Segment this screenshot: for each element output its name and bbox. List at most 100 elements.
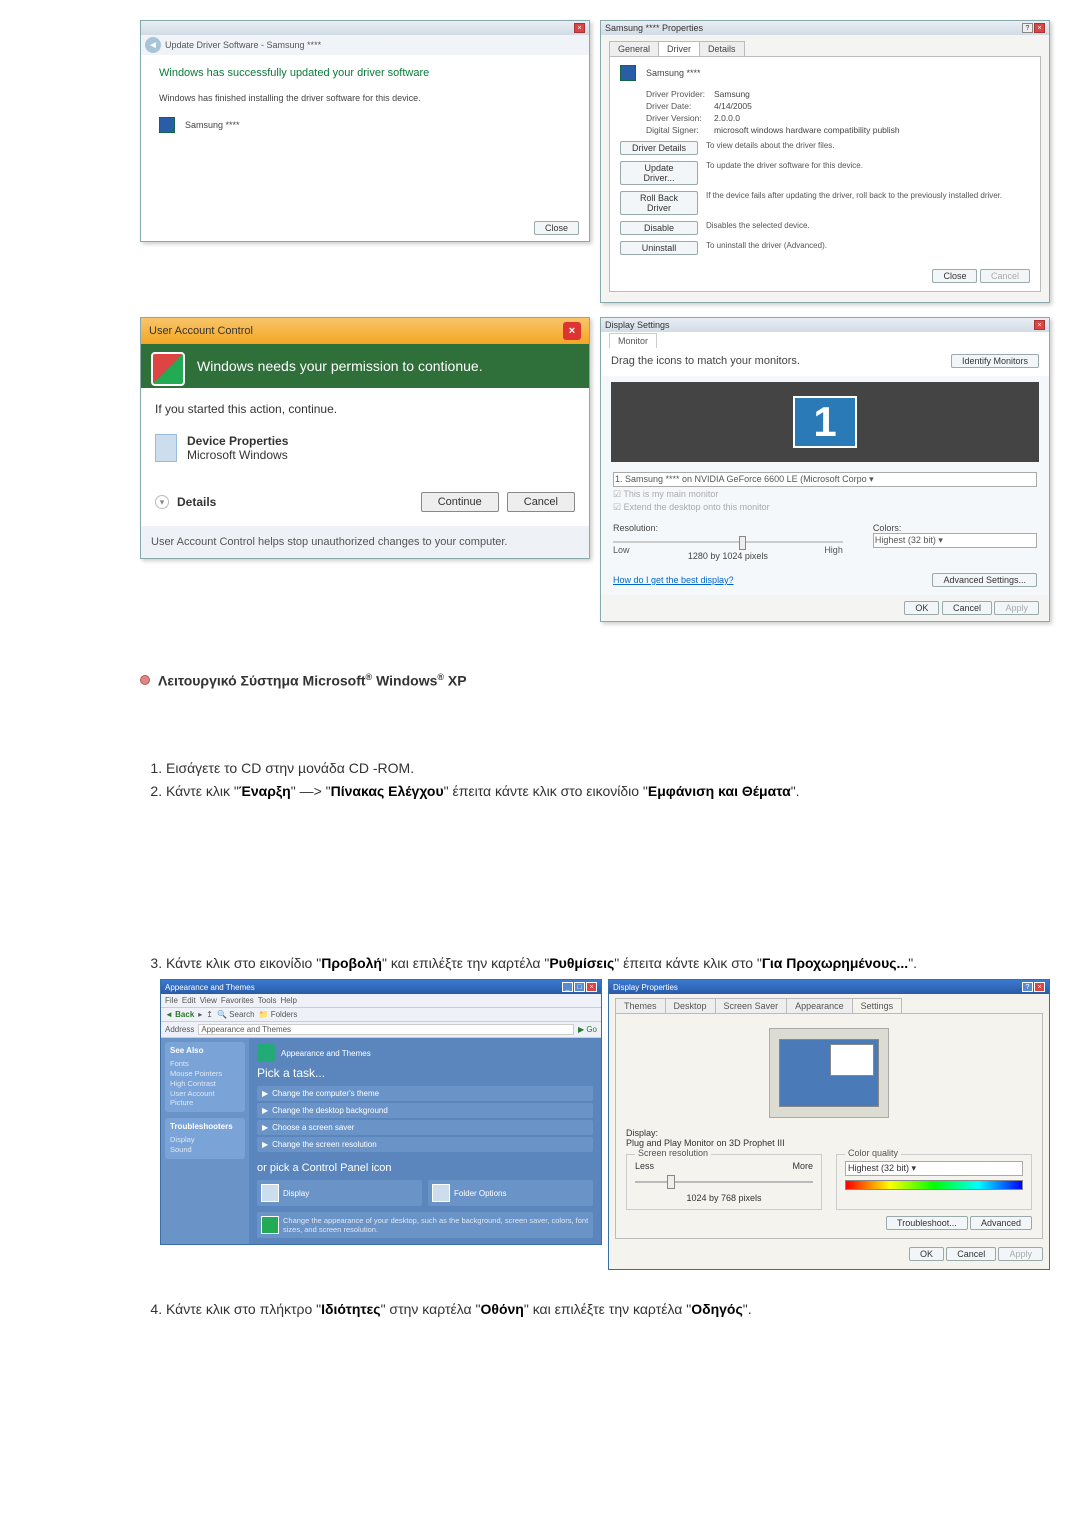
close-icon[interactable]: × [563,322,581,340]
control-panel-icon-folder-options[interactable]: Folder Options [428,1180,593,1206]
close-button[interactable]: Close [932,269,977,283]
menu-favorites[interactable]: Favorites [221,996,254,1005]
close-button[interactable]: Close [534,221,579,235]
resolution-slider[interactable] [635,1175,813,1189]
menu-file[interactable]: File [165,996,178,1005]
value: 4/14/2005 [714,101,752,111]
desc: To update the driver software for this d… [706,161,1030,170]
tab-themes[interactable]: Themes [615,998,666,1013]
tab-desktop[interactable]: Desktop [665,998,716,1013]
close-icon[interactable]: × [1034,23,1045,33]
monitor-arrangement-area[interactable]: 1 [611,382,1039,462]
close-icon[interactable]: × [574,23,585,33]
up-button[interactable]: ↥ [206,1010,213,1019]
panel-header: Troubleshooters [170,1122,240,1131]
chevron-down-icon[interactable]: ▾ [155,495,169,509]
bullet-icon [140,675,150,685]
best-display-link[interactable]: How do I get the best display? [613,575,734,585]
update-driver-window: × ◄ Update Driver Software - Samsung ***… [140,20,590,242]
minimize-icon[interactable]: _ [562,982,573,992]
steps-list-3: Κάντε κλικ στο πλήκτρο "Ιδιότητες" στην … [166,1300,1050,1319]
resolution-slider[interactable]: Low High [613,535,843,549]
menu-bar: File Edit View Favorites Tools Help [161,994,601,1008]
uac-banner: Windows needs your permission to contion… [141,344,589,388]
go-button[interactable]: ▶ Go [578,1025,597,1034]
help-icon[interactable]: ? [1022,23,1033,33]
ok-button[interactable]: OK [904,601,939,615]
address-input[interactable]: Appearance and Themes [198,1024,574,1035]
window-titlebar: Samsung **** Properties ? × [601,21,1049,35]
color-quality-select[interactable]: Highest (32 bit) ▾ [845,1161,1023,1176]
ok-button[interactable]: OK [909,1247,944,1261]
tab-details[interactable]: Details [699,41,745,56]
cancel-button[interactable]: Cancel [507,492,575,512]
help-icon[interactable]: ? [1022,982,1033,992]
window-titlebar: × [141,21,589,35]
nav-title: Update Driver Software - Samsung **** [165,40,321,50]
control-panel-icon-display[interactable]: Display [257,1180,422,1206]
screenshot-row-3: Appearance and Themes _ □ × File Edit Vi… [160,979,1050,1270]
monitor-preview [626,1022,1032,1124]
rollback-driver-button[interactable]: Roll Back Driver [620,191,698,215]
maximize-icon[interactable]: □ [574,982,585,992]
advanced-settings-button[interactable]: Advanced Settings... [932,573,1037,587]
address-bar: Address Appearance and Themes ▶ Go [161,1022,601,1038]
driver-details-button[interactable]: Driver Details [620,141,698,155]
success-message: Windows has successfully updated your dr… [159,67,571,79]
display-select[interactable]: 1. Samsung **** on NVIDIA GeForce 6600 L… [613,472,1037,487]
tab-screensaver[interactable]: Screen Saver [715,998,788,1013]
tab-general[interactable]: General [609,41,659,56]
cancel-button[interactable]: Cancel [942,601,992,615]
window-titlebar: Display Properties ? × [609,980,1049,994]
step-1: Εισάγετε το CD στην µονάδα CD -ROM. [166,759,1050,778]
menu-view[interactable]: View [200,996,217,1005]
tab-driver[interactable]: Driver [658,41,700,56]
sidebar-item[interactable]: Sound [170,1145,240,1154]
disable-button[interactable]: Disable [620,221,698,235]
window-title: Appearance and Themes [165,983,255,992]
task-item[interactable]: ▶Change the screen resolution [257,1137,593,1152]
uninstall-button[interactable]: Uninstall [620,241,698,255]
colors-select[interactable]: Highest (32 bit) ▾ [873,533,1037,548]
update-driver-button[interactable]: Update Driver... [620,161,698,185]
troubleshooters-panel: Troubleshooters Display Sound [165,1118,245,1159]
tab-monitor[interactable]: Monitor [609,333,657,348]
value: Samsung [714,89,750,99]
troubleshoot-button[interactable]: Troubleshoot... [886,1216,968,1230]
sidebar-item[interactable]: User Account Picture [170,1089,240,1107]
display-settings-window: Display Settings × Monitor Drag the icon… [600,317,1050,622]
task-item[interactable]: ▶Choose a screen saver [257,1120,593,1135]
tab-appearance[interactable]: Appearance [786,998,853,1013]
see-also-panel: See Also Fonts Mouse Pointers High Contr… [165,1042,245,1112]
folders-button[interactable]: 📁 Folders [259,1010,298,1019]
close-icon[interactable]: × [1034,982,1045,992]
advanced-button[interactable]: Advanced [970,1216,1032,1230]
search-button[interactable]: 🔍 Search [217,1010,255,1019]
task-item[interactable]: ▶Change the computer's theme [257,1086,593,1101]
back-icon[interactable]: ◄ [145,37,161,53]
details-button[interactable]: Details [177,495,413,509]
slider-more: More [792,1161,813,1171]
identify-monitors-button[interactable]: Identify Monitors [951,354,1039,368]
menu-edit[interactable]: Edit [182,996,196,1005]
menu-help[interactable]: Help [280,996,296,1005]
monitor-1-icon[interactable]: 1 [793,396,856,448]
finished-message: Windows has finished installing the driv… [159,93,571,103]
close-icon[interactable]: × [586,982,597,992]
label: Digital Signer: [646,125,714,135]
step-2: Κάντε κλικ "Έναρξη" —> "Πίνακας Ελέγχου"… [166,782,1050,801]
sidebar-item[interactable]: High Contrast [170,1079,240,1088]
sidebar-item[interactable]: Display [170,1135,240,1144]
forward-button[interactable]: ▸ [198,1010,202,1019]
sidebar-item[interactable]: Fonts [170,1059,240,1068]
task-item[interactable]: ▶Change the desktop background [257,1103,593,1118]
tab-settings[interactable]: Settings [852,998,903,1013]
back-button[interactable]: ◄ Back [165,1010,194,1019]
sidebar-item[interactable]: Mouse Pointers [170,1069,240,1078]
cancel-button[interactable]: Cancel [946,1247,996,1261]
close-icon[interactable]: × [1034,320,1045,330]
os-heading-text: Λειτουργικό Σύστημα Microsoft® Windows® … [158,672,467,689]
continue-button[interactable]: Continue [421,492,499,512]
menu-tools[interactable]: Tools [258,996,277,1005]
window-titlebar: Display Settings × [601,318,1049,332]
